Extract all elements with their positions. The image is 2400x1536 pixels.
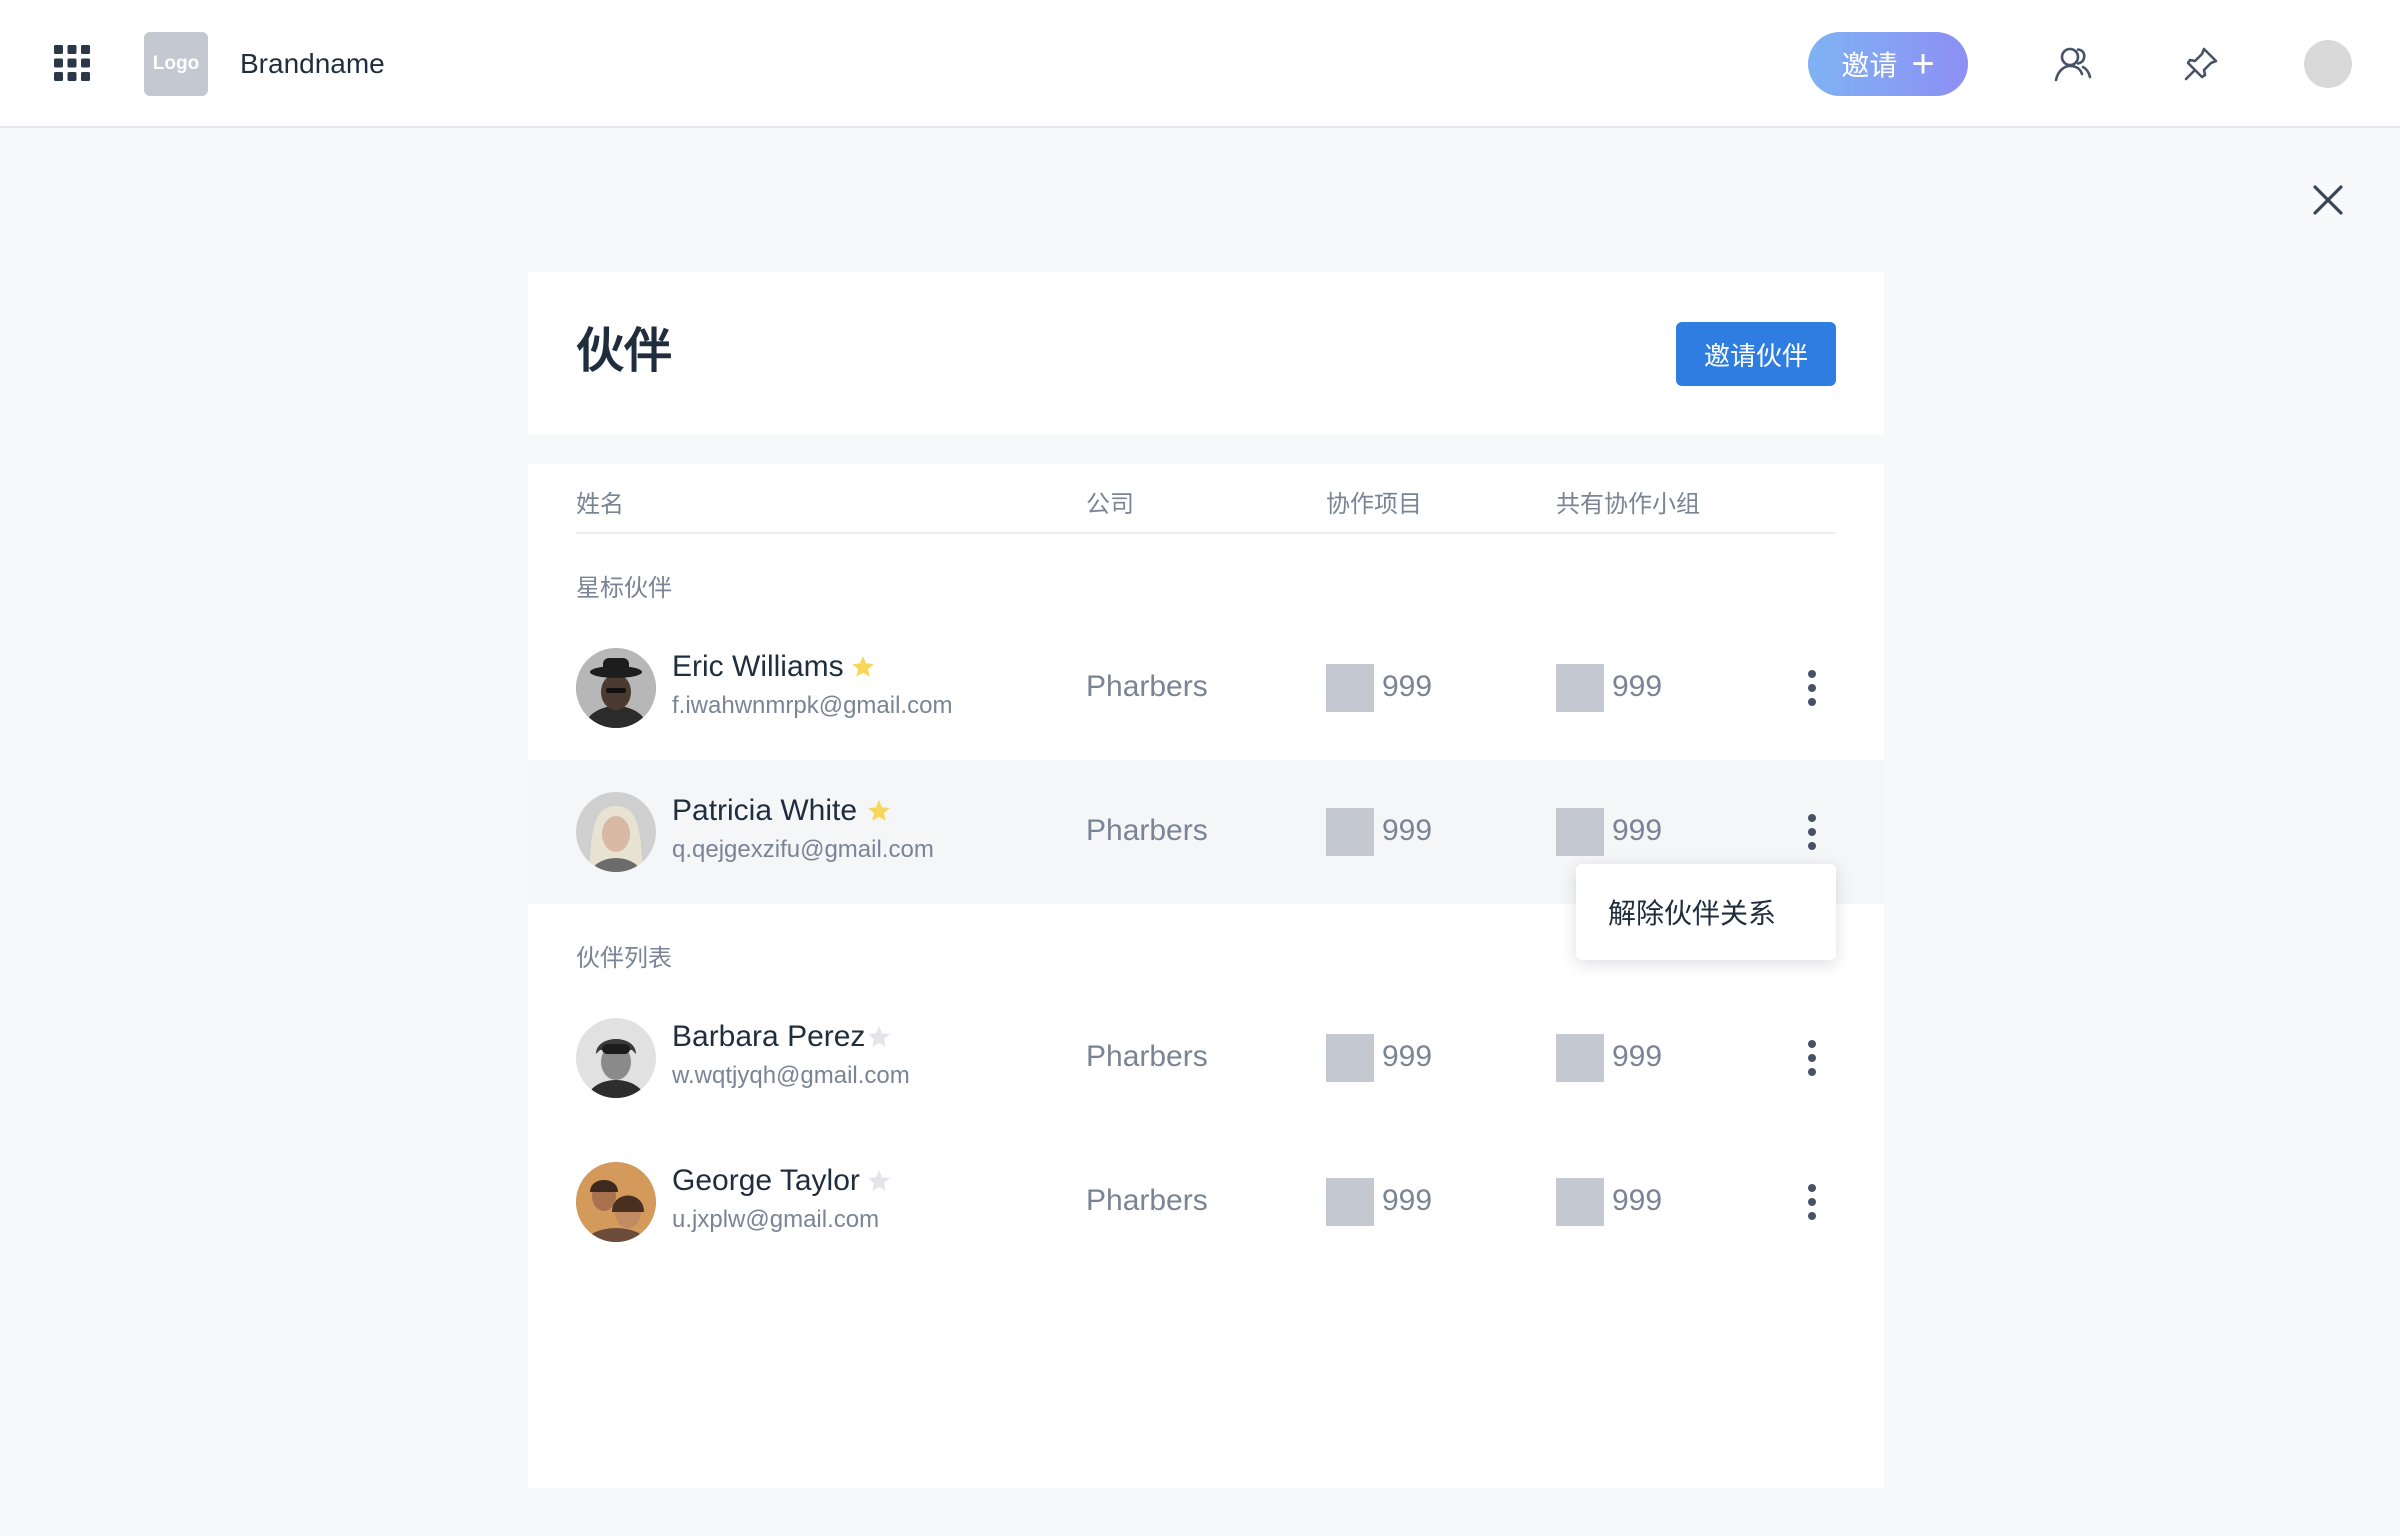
starred-section-label: 星标伙伴 bbox=[576, 575, 672, 602]
avatar bbox=[576, 792, 656, 872]
more-options-icon[interactable] bbox=[1788, 1178, 1836, 1226]
projects-count: 999 bbox=[1382, 670, 1433, 703]
partners-table: 姓名 公司 协作项目 共有协作小组 星标伙伴 Eric Williams f.i… bbox=[528, 464, 1884, 1488]
groups-count: 999 bbox=[1612, 670, 1663, 703]
project-thumbnail bbox=[1326, 1034, 1374, 1082]
partner-company: Pharbers bbox=[1086, 670, 1208, 703]
project-thumbnail bbox=[1326, 808, 1374, 856]
table-header: 姓名 公司 协作项目 共有协作小组 bbox=[576, 464, 1836, 534]
invite-button-label: 邀请 bbox=[1841, 50, 1898, 81]
top-navigation-bar: Logo Brandname 邀请 + bbox=[0, 0, 2400, 128]
pin-icon[interactable] bbox=[2181, 44, 2221, 84]
more-options-icon[interactable] bbox=[1788, 664, 1836, 712]
more-options-icon[interactable] bbox=[1788, 1034, 1836, 1082]
invite-partner-button[interactable]: 邀请伙伴 bbox=[1676, 322, 1836, 386]
group-thumbnail bbox=[1556, 1034, 1604, 1082]
partner-email: q.qejgexzifu@gmail.com bbox=[672, 836, 934, 863]
table-row[interactable]: George Taylor u.jxplw@gmail.com Pharbers… bbox=[528, 1130, 1884, 1274]
project-thumbnail bbox=[1326, 1178, 1374, 1226]
column-header-name: 姓名 bbox=[576, 491, 624, 518]
avatar bbox=[576, 1018, 656, 1098]
column-header-groups: 共有协作小组 bbox=[1556, 491, 1700, 518]
people-icon[interactable] bbox=[2053, 44, 2093, 84]
star-icon[interactable] bbox=[866, 1024, 892, 1050]
partner-email: u.jxplw@gmail.com bbox=[672, 1206, 880, 1233]
page-title: 伙伴 bbox=[576, 325, 673, 378]
star-icon[interactable] bbox=[866, 1168, 892, 1194]
partner-list-section-label: 伙伴列表 bbox=[576, 945, 672, 972]
partner-company: Pharbers bbox=[1086, 1040, 1208, 1073]
groups-count: 999 bbox=[1612, 814, 1663, 847]
group-thumbnail bbox=[1556, 808, 1604, 856]
partner-company: Pharbers bbox=[1086, 814, 1208, 847]
partner-email: w.wqtjyqh@gmail.com bbox=[672, 1062, 910, 1089]
apps-grid-icon[interactable] bbox=[54, 45, 90, 81]
invite-button[interactable]: 邀请 + bbox=[1808, 32, 1968, 96]
page-header-card: 伙伴 邀请伙伴 bbox=[528, 272, 1884, 434]
logo[interactable]: Logo bbox=[144, 32, 208, 96]
star-icon[interactable] bbox=[866, 798, 892, 824]
remove-partner-menu-item[interactable]: 解除伙伴关系 bbox=[1576, 864, 1836, 960]
column-header-projects: 协作项目 bbox=[1326, 491, 1422, 518]
projects-count: 999 bbox=[1382, 814, 1433, 847]
projects-count: 999 bbox=[1382, 1040, 1433, 1073]
group-thumbnail bbox=[1556, 664, 1604, 712]
group-thumbnail bbox=[1556, 1178, 1604, 1226]
user-avatar[interactable] bbox=[2304, 40, 2352, 88]
close-icon[interactable] bbox=[2308, 180, 2348, 220]
table-row[interactable]: Barbara Perez w.wqtjyqh@gmail.com Pharbe… bbox=[528, 986, 1884, 1130]
column-header-company: 公司 bbox=[1086, 491, 1134, 518]
brand-name: Brandname bbox=[240, 48, 385, 79]
projects-count: 999 bbox=[1382, 1184, 1433, 1217]
partner-name[interactable]: Patricia White bbox=[672, 794, 857, 828]
avatar bbox=[576, 648, 656, 728]
star-icon[interactable] bbox=[850, 654, 876, 680]
partner-email: f.iwahwnmrpk@gmail.com bbox=[672, 692, 953, 719]
more-options-icon[interactable] bbox=[1788, 808, 1836, 856]
plus-icon: + bbox=[1911, 42, 1935, 86]
groups-count: 999 bbox=[1612, 1040, 1663, 1073]
groups-count: 999 bbox=[1612, 1184, 1663, 1217]
avatar bbox=[576, 1162, 656, 1242]
partner-name[interactable]: George Taylor bbox=[672, 1164, 860, 1198]
partner-company: Pharbers bbox=[1086, 1184, 1208, 1217]
partner-name[interactable]: Eric Williams bbox=[672, 650, 844, 684]
partner-name[interactable]: Barbara Perez bbox=[672, 1020, 865, 1054]
project-thumbnail bbox=[1326, 664, 1374, 712]
table-row[interactable]: Eric Williams f.iwahwnmrpk@gmail.com Pha… bbox=[528, 616, 1884, 760]
